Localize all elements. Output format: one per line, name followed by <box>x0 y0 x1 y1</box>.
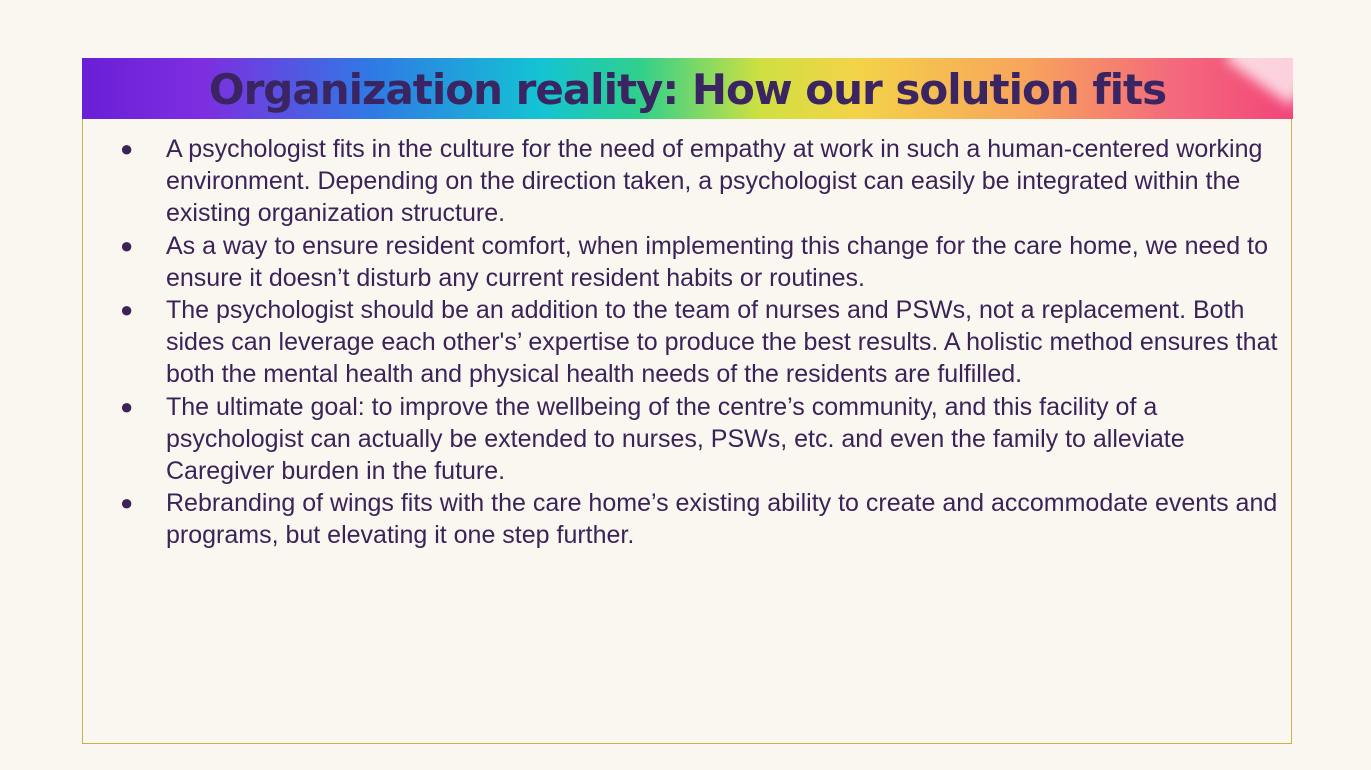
bullet-item: ● The psychologist should be an addition… <box>110 294 1285 391</box>
bullet-text: Rebranding of wings fits with the care h… <box>166 489 1278 550</box>
title-banner: Organization reality: How our solution f… <box>82 58 1293 119</box>
bullet-text: The ultimate goal: to improve the wellbe… <box>166 392 1185 486</box>
bullet-item: ● Rebranding of wings fits with the care… <box>110 487 1285 551</box>
bullet-list: ● A psychologist fits in the culture for… <box>110 133 1285 552</box>
bullet-item: ● As a way to ensure resident comfort, w… <box>110 230 1285 294</box>
bullet-dot: ● <box>120 232 134 258</box>
bullet-text: As a way to ensure resident comfort, whe… <box>166 231 1268 292</box>
bullet-dot: ● <box>120 136 134 161</box>
bullet-text: A psychologist fits in the culture for t… <box>166 135 1263 228</box>
bullet-dot: ● <box>120 393 134 419</box>
slide-title: Organization reality: How our solution f… <box>208 65 1167 114</box>
bullet-dot: ● <box>120 297 134 323</box>
bullet-item: ● A psychologist fits in the culture for… <box>110 133 1285 230</box>
bullet-text: The psychologist should be an addition t… <box>166 296 1278 389</box>
bullet-item: ● The ultimate goal: to improve the well… <box>110 391 1285 488</box>
bullet-dot: ● <box>120 490 134 516</box>
